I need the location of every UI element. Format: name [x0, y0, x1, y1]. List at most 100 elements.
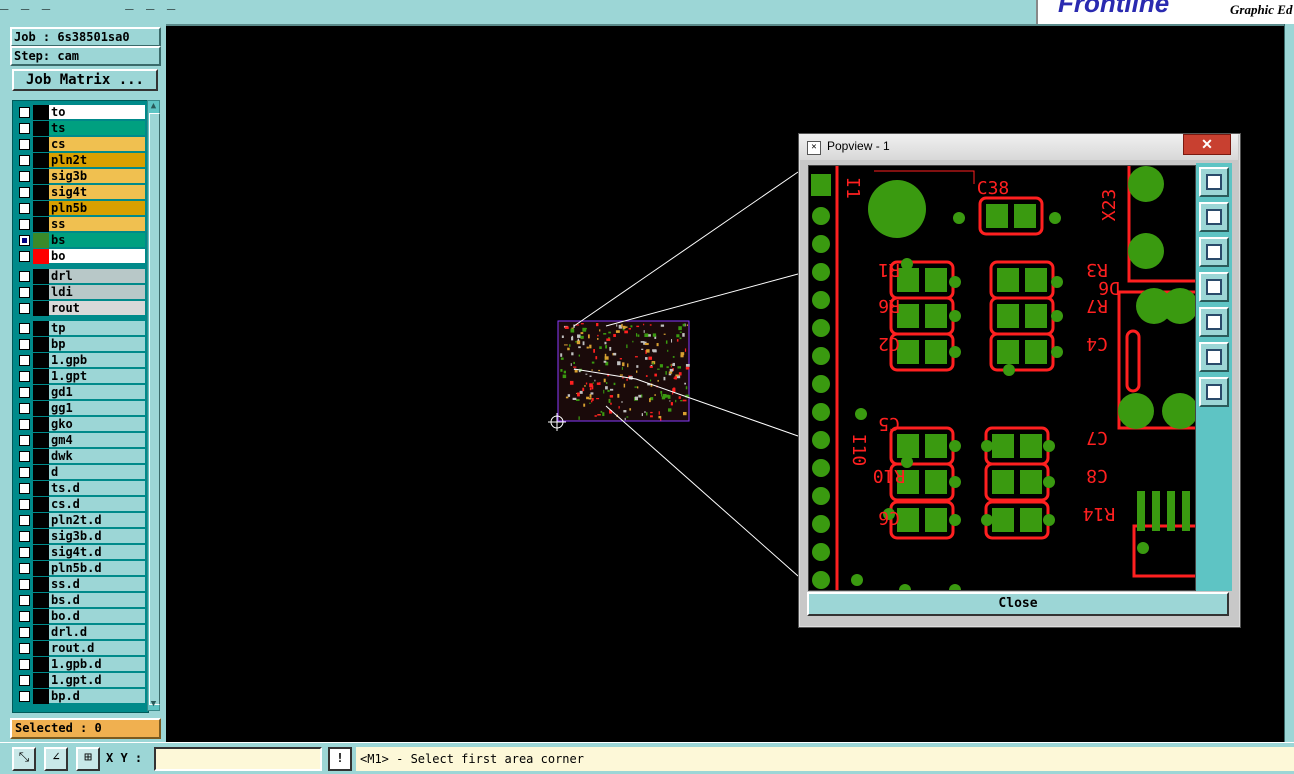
- layer-checkbox[interactable]: [19, 271, 30, 282]
- layer-checkbox[interactable]: [19, 235, 30, 246]
- layer-name[interactable]: dwk: [49, 449, 145, 463]
- layer-checkbox[interactable]: [19, 451, 30, 462]
- layer-row-bp[interactable]: bp: [15, 337, 145, 352]
- layer-name[interactable]: rout: [49, 301, 145, 315]
- layer-row-rout-d[interactable]: rout.d: [15, 641, 145, 656]
- layer-color-swatch[interactable]: [33, 529, 49, 544]
- layer-row-pln2t-d[interactable]: pln2t.d: [15, 513, 145, 528]
- layer-name[interactable]: to: [49, 105, 145, 119]
- layer-checkbox[interactable]: [19, 579, 30, 590]
- layer-checkbox[interactable]: [19, 303, 30, 314]
- layer-row-1-gpb[interactable]: 1.gpb: [15, 353, 145, 368]
- layer-row-gd1[interactable]: gd1: [15, 385, 145, 400]
- job-matrix-button[interactable]: Job Matrix ...: [12, 69, 158, 91]
- layer-name[interactable]: d: [49, 465, 145, 479]
- layer-name[interactable]: sig4t: [49, 185, 145, 199]
- pan-left-icon[interactable]: [1199, 272, 1229, 302]
- layer-row-sig3b-d[interactable]: sig3b.d: [15, 529, 145, 544]
- layer-color-swatch[interactable]: [33, 185, 49, 200]
- layer-row-1-gpt-d[interactable]: 1.gpt.d: [15, 673, 145, 688]
- layer-row-to[interactable]: to: [15, 105, 145, 120]
- layer-name[interactable]: bs.d: [49, 593, 145, 607]
- layer-color-swatch[interactable]: [33, 385, 49, 400]
- layer-color-swatch[interactable]: [33, 481, 49, 496]
- layer-name[interactable]: tp: [49, 321, 145, 335]
- layer-checkbox[interactable]: [19, 403, 30, 414]
- layer-checkbox[interactable]: [19, 139, 30, 150]
- layer-checkbox[interactable]: [19, 107, 30, 118]
- xy-input[interactable]: [154, 747, 322, 771]
- zoom-out-icon[interactable]: [1199, 377, 1229, 407]
- layer-color-swatch[interactable]: [33, 689, 49, 704]
- layer-name[interactable]: cs: [49, 137, 145, 151]
- layer-row-pln2t[interactable]: pln2t: [15, 153, 145, 168]
- layer-color-swatch[interactable]: [33, 401, 49, 416]
- layer-list[interactable]: to ts cs pln2t sig3b sig4t pln5b ss bs bo drl ldi ro…: [12, 100, 149, 713]
- layer-checkbox[interactable]: [19, 499, 30, 510]
- layer-checkbox[interactable]: [19, 627, 30, 638]
- layer-row-bo-d[interactable]: bo.d: [15, 609, 145, 624]
- layer-name[interactable]: 1.gpt.d: [49, 673, 145, 687]
- message-icon[interactable]: !: [328, 747, 352, 771]
- layer-color-swatch[interactable]: [33, 369, 49, 384]
- scroll-down-icon[interactable]: ▼: [148, 699, 159, 710]
- layer-checkbox[interactable]: [19, 547, 30, 558]
- layer-checkbox[interactable]: [19, 219, 30, 230]
- layer-row-bs-d[interactable]: bs.d: [15, 593, 145, 608]
- layer-color-swatch[interactable]: [33, 465, 49, 480]
- layer-checkbox[interactable]: [19, 251, 30, 262]
- layer-name[interactable]: cs.d: [49, 497, 145, 511]
- layer-name[interactable]: bp: [49, 337, 145, 351]
- layer-name[interactable]: sig4t.d: [49, 545, 145, 559]
- layer-row-ldi[interactable]: ldi: [15, 285, 145, 300]
- measure-icon[interactable]: ∠: [44, 747, 68, 771]
- layer-row-sig3b[interactable]: sig3b: [15, 169, 145, 184]
- layer-row-ts-d[interactable]: ts.d: [15, 481, 145, 496]
- layer-color-swatch[interactable]: [33, 169, 49, 184]
- layer-color-swatch[interactable]: [33, 609, 49, 624]
- layer-row-ss[interactable]: ss: [15, 217, 145, 232]
- layer-checkbox[interactable]: [19, 123, 30, 134]
- layer-checkbox[interactable]: [19, 595, 30, 606]
- layer-name[interactable]: 1.gpt: [49, 369, 145, 383]
- layer-name[interactable]: bs: [49, 233, 145, 247]
- zoom-in-icon[interactable]: [1199, 342, 1229, 372]
- layer-name[interactable]: sig3b.d: [49, 529, 145, 543]
- layer-color-swatch[interactable]: [33, 561, 49, 576]
- layer-checkbox[interactable]: [19, 675, 30, 686]
- layer-name[interactable]: gko: [49, 417, 145, 431]
- layer-row-ts[interactable]: ts: [15, 121, 145, 136]
- popview-titlebar[interactable]: ✕ Popview - 1 ✕: [799, 134, 1238, 160]
- layer-row-tp[interactable]: tp: [15, 321, 145, 336]
- layer-row-dwk[interactable]: dwk: [15, 449, 145, 464]
- layer-color-swatch[interactable]: [33, 353, 49, 368]
- layer-name[interactable]: pln5b.d: [49, 561, 145, 575]
- layer-name[interactable]: ts: [49, 121, 145, 135]
- layer-name[interactable]: sig3b: [49, 169, 145, 183]
- layer-color-swatch[interactable]: [33, 497, 49, 512]
- layer-row-bp-d[interactable]: bp.d: [15, 689, 145, 704]
- layer-name[interactable]: pln2t: [49, 153, 145, 167]
- pan-right-icon[interactable]: [1199, 307, 1229, 337]
- layer-checkbox[interactable]: [19, 659, 30, 670]
- layer-checkbox[interactable]: [19, 483, 30, 494]
- layer-row-sig4t[interactable]: sig4t: [15, 185, 145, 200]
- layer-color-swatch[interactable]: [33, 301, 49, 316]
- area-select-icon[interactable]: ⤡: [12, 747, 36, 771]
- layer-color-swatch[interactable]: [33, 233, 49, 248]
- layer-checkbox[interactable]: [19, 371, 30, 382]
- layer-checkbox[interactable]: [19, 387, 30, 398]
- layer-color-swatch[interactable]: [33, 249, 49, 264]
- layer-color-swatch[interactable]: [33, 417, 49, 432]
- layer-row-pln5b-d[interactable]: pln5b.d: [15, 561, 145, 576]
- layer-color-swatch[interactable]: [33, 577, 49, 592]
- layer-color-swatch[interactable]: [33, 137, 49, 152]
- layer-row-drl-d[interactable]: drl.d: [15, 625, 145, 640]
- layer-color-swatch[interactable]: [33, 153, 49, 168]
- layer-checkbox[interactable]: [19, 515, 30, 526]
- layer-color-swatch[interactable]: [33, 433, 49, 448]
- layer-checkbox[interactable]: [19, 187, 30, 198]
- layer-color-swatch[interactable]: [33, 593, 49, 608]
- popview-close-button[interactable]: Close: [807, 592, 1229, 616]
- layer-row-rout[interactable]: rout: [15, 301, 145, 316]
